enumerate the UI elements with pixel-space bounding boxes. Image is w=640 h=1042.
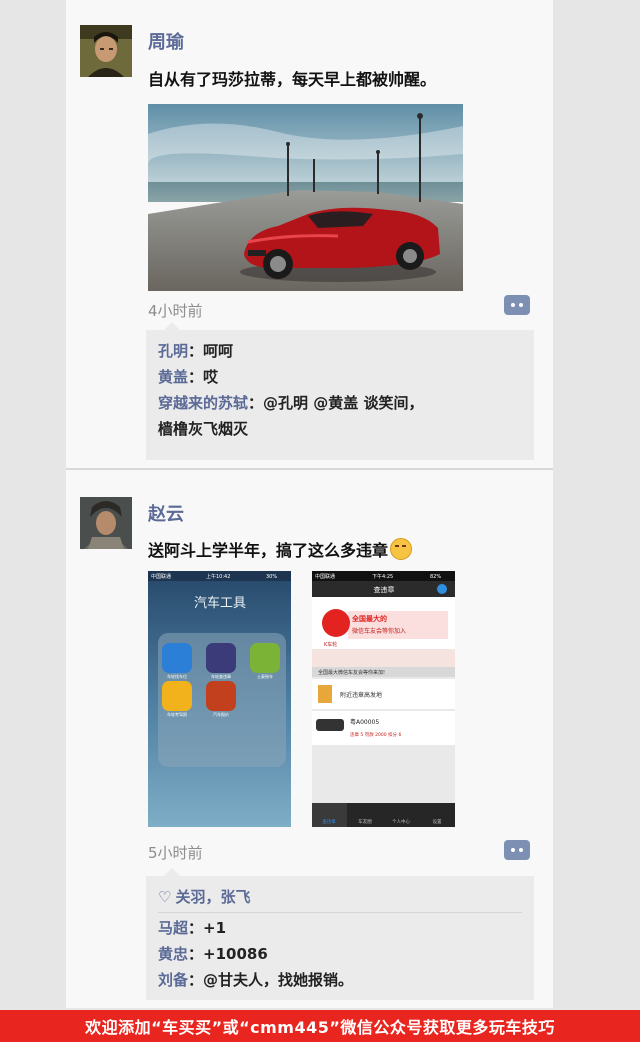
- commenter-name[interactable]: 黄盖: [158, 368, 188, 386]
- tab-label[interactable]: 查违章: [322, 818, 336, 825]
- comment-button[interactable]: [504, 840, 530, 860]
- comment-box: ♡ 关羽，张飞 马超：+1 黄忠：+10086 刘备：@甘夫人，找她报销。: [146, 868, 534, 1000]
- post-time: 4小时前: [148, 302, 203, 320]
- embarrassed-emoji-icon: [390, 538, 413, 560]
- comment-text: ：@孔明 @黄盖 谈笑间，: [248, 394, 424, 412]
- dot-icon: [511, 848, 515, 852]
- comment-line[interactable]: 马超：+1: [158, 915, 522, 941]
- comment-line[interactable]: 刘备：@甘夫人，找她报销。: [158, 967, 522, 993]
- comment-line[interactable]: 穿越来的苏轼：@孔明 @黄盖 谈笑间，: [158, 390, 522, 416]
- status-carrier: 中国联通: [151, 573, 171, 580]
- likers[interactable]: 关羽，张飞: [175, 888, 250, 906]
- tab-label[interactable]: 个人中心: [392, 818, 410, 825]
- comment-text: ：@甘夫人，找她报销。: [188, 971, 354, 989]
- comment-continuation: 樯橹灰飞烟灭: [158, 420, 249, 438]
- notice-text: 全国最大微信车友会等你来加!: [318, 669, 385, 676]
- comment-text: ：+10086: [188, 945, 268, 963]
- folder-title: 汽车工具: [194, 595, 246, 611]
- status-clock: 下午4:25: [372, 573, 393, 580]
- comment-line[interactable]: 黄盖：哎: [158, 364, 522, 390]
- post-time: 5小时前: [148, 844, 203, 862]
- status-clock: 上午10:42: [206, 573, 230, 580]
- post-image[interactable]: 中国联通 上午10:42 30% 汽车工具 车轮找车位 车轮查违章 土豪摇车 车…: [148, 571, 291, 827]
- post: 周瑜 自从有了玛莎拉蒂，每天早上都被帅醒。 4小时前 孔明：呵呵 黄盖：哎 穿越…: [66, 0, 553, 470]
- status-battery: 82%: [430, 574, 441, 580]
- status-carrier: 中国联通: [315, 573, 335, 580]
- comment-text: ：哎: [188, 368, 219, 386]
- dot-icon: [511, 303, 515, 307]
- post: 赵云 送阿斗上学半年，搞了这么多违章 中国联通 上午10:42 30% 汽车工具…: [66, 470, 553, 1008]
- avatar[interactable]: [80, 25, 132, 77]
- post-text-content: 送阿斗上学半年，搞了这么多违章: [148, 541, 389, 560]
- app-label[interactable]: 车轮考驾照: [167, 711, 187, 717]
- commenter-name[interactable]: 穿越来的苏轼: [158, 394, 248, 412]
- ad-line-2: 微信车友会等你加入: [352, 627, 406, 635]
- author-name[interactable]: 周瑜: [148, 28, 184, 54]
- commenter-name[interactable]: 黄忠: [158, 945, 188, 963]
- comment-line[interactable]: 孔明：呵呵: [158, 338, 522, 364]
- status-battery: 30%: [266, 574, 277, 580]
- likes-row: ♡ 关羽，张飞: [158, 884, 522, 913]
- app-label[interactable]: 土豪摇车: [257, 673, 273, 679]
- app-label[interactable]: 汽车报价: [213, 711, 229, 717]
- plate-number[interactable]: 粤A00005: [350, 718, 379, 726]
- promo-banner: 欢迎添加“车买买”或“cmm445”微信公众号获取更多玩车技巧: [0, 1010, 640, 1042]
- comment-line[interactable]: 黄忠：+10086: [158, 941, 522, 967]
- comment-box: 孔明：呵呵 黄盖：哎 穿越来的苏轼：@孔明 @黄盖 谈笑间， 樯橹灰飞烟灭: [146, 322, 534, 460]
- comment-text: ：+1: [188, 919, 227, 937]
- comment-button[interactable]: [504, 295, 530, 315]
- commenter-name[interactable]: 刘备: [158, 971, 188, 989]
- tab-label[interactable]: 车友圈: [358, 818, 372, 825]
- tab-label[interactable]: 设置: [433, 818, 442, 825]
- app-label[interactable]: 车轮找车位: [167, 673, 187, 679]
- post-text: 送阿斗上学半年，搞了这么多违章: [148, 537, 413, 561]
- post-text: 自从有了玛莎拉蒂，每天早上都被帅醒。: [148, 70, 437, 89]
- author-name[interactable]: 赵云: [148, 500, 184, 526]
- brand-label: K车轮: [324, 641, 337, 648]
- heart-icon: ♡: [158, 888, 172, 906]
- ad-line-1: 全国最大的: [351, 614, 387, 623]
- dot-icon: [519, 848, 523, 852]
- dot-icon: [519, 303, 523, 307]
- post-image[interactable]: 中国联通 下午4:25 82% 查违章 全国最大的 微信车友会等你加入 K车轮 …: [312, 571, 455, 827]
- violation-stats: 违章 5 罚款 2000 扣分 6: [350, 731, 401, 738]
- app-label[interactable]: 车轮查违章: [211, 673, 231, 679]
- comment-text: ：呵呵: [188, 342, 234, 360]
- avatar[interactable]: [80, 497, 132, 549]
- post-image[interactable]: [148, 104, 463, 291]
- nearby-link[interactable]: 附近违章高发地: [340, 691, 382, 699]
- commenter-name[interactable]: 孔明: [158, 342, 188, 360]
- moments-feed: 周瑜 自从有了玛莎拉蒂，每天早上都被帅醒。 4小时前 孔明：呵呵 黄盖：哎 穿越…: [66, 0, 553, 1008]
- screen-title: 查违章: [374, 585, 395, 594]
- commenter-name[interactable]: 马超: [158, 919, 188, 937]
